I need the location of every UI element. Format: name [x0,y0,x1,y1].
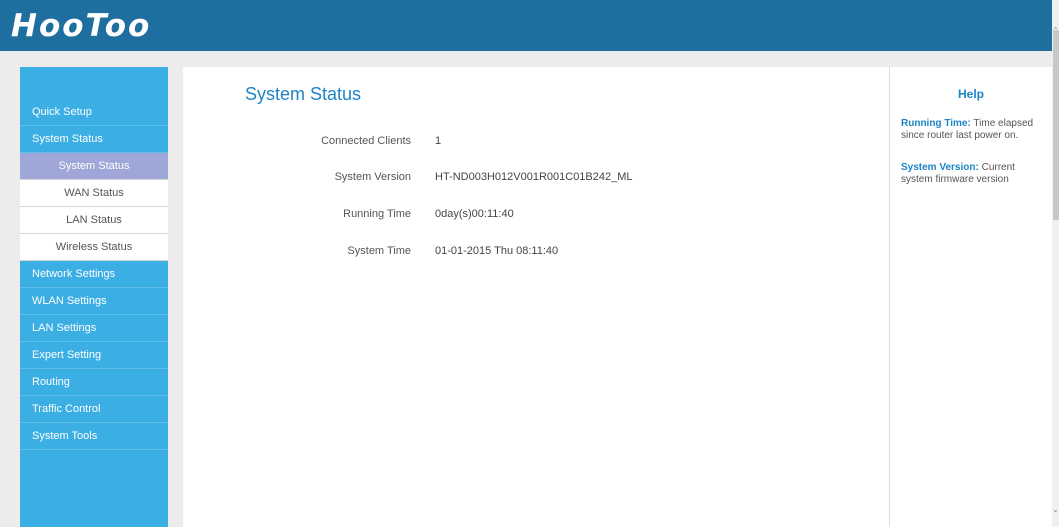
help-term: Running Time: [901,118,971,129]
sidebar-item-lan-settings[interactable]: LAN Settings [20,315,168,342]
status-row-system-version: System Version HT-ND003H012V001R001C01B2… [183,171,783,187]
status-label: Running Time [343,208,411,220]
status-row-running-time: Running Time 0day(s)00:11:40 [183,208,783,224]
status-row-system-time: System Time 01-01-2015 Thu 08:11:40 [183,245,783,261]
status-label: Connected Clients [321,135,411,147]
sidebar-item-expert-setting[interactable]: Expert Setting [20,342,168,369]
help-entry-system-version: System Version: Current system firmware … [901,162,1049,186]
sidebar: Quick Setup System Status System Status … [20,67,168,527]
help-term: System Version: [901,162,979,173]
status-value: 0day(s)00:11:40 [435,208,514,220]
status-label: System Time [347,245,411,257]
status-value: 1 [435,135,442,147]
top-header: HooToo [0,0,1052,51]
sidebar-item-traffic-control[interactable]: Traffic Control [20,396,168,423]
sidebar-item-wlan-settings[interactable]: WLAN Settings [20,288,168,315]
help-entry-running-time: Running Time: Time elapsed since router … [901,118,1049,142]
help-title: Help [957,87,984,101]
sidebar-subitem-lan-status[interactable]: LAN Status [20,207,168,234]
status-value: 01-01-2015 Thu 08:11:40 [435,245,559,257]
sidebar-item-network-settings[interactable]: Network Settings [20,261,168,288]
page-scrollbar[interactable] [1052,0,1059,527]
status-value: HT-ND003H012V001R001C01B242_ML [435,171,633,183]
page-title: System Status [245,84,362,104]
sidebar-item-routing[interactable]: Routing [20,369,168,396]
chevron-up-icon[interactable]: ⌃ [1052,26,1059,36]
sidebar-subitem-wireless-status[interactable]: Wireless Status [20,234,168,261]
sidebar-item-quick-setup[interactable]: Quick Setup [20,99,168,126]
sidebar-nav: Quick Setup System Status System Status … [20,99,168,450]
help-panel: Help Running Time: Time elapsed since ro… [890,67,1052,527]
status-label: System Version [334,171,411,183]
status-row-connected-clients: Connected Clients 1 [183,135,783,151]
sidebar-subitem-system-status[interactable]: System Status [20,153,168,180]
main-panel: System Status Connected Clients 1 System… [183,67,890,527]
scroll-thumb[interactable] [1053,30,1059,220]
chevron-down-icon[interactable]: ⌄ [1052,505,1059,515]
sidebar-item-system-tools[interactable]: System Tools [20,423,168,450]
sidebar-item-system-status[interactable]: System Status [20,126,168,153]
hootoo-logo: HooToo [11,8,152,44]
sidebar-subitem-wan-status[interactable]: WAN Status [20,180,168,207]
